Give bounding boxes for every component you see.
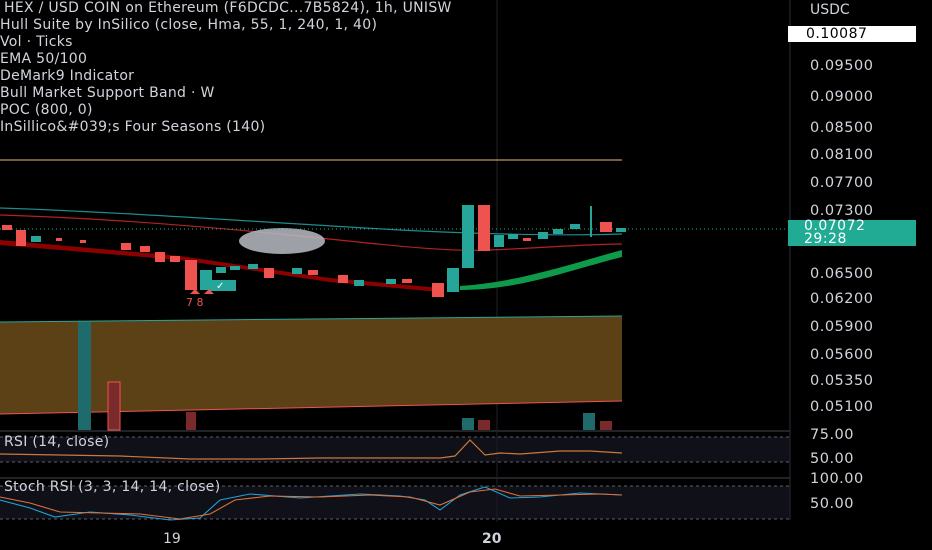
high-price-label: 0.10087 (788, 26, 916, 42)
candle[interactable] (308, 270, 318, 275)
candle[interactable] (494, 235, 504, 247)
price-tick: 0.08500 (810, 120, 874, 136)
volume-bar (478, 420, 490, 430)
stoch-tick: 100.00 (810, 471, 864, 487)
price-tick: 0.05600 (810, 347, 874, 363)
stoch-legend[interactable]: Stoch RSI (3, 3, 14, 14, close) (4, 479, 220, 495)
four-seasons-marker (239, 228, 325, 254)
candle[interactable] (523, 238, 531, 241)
candle[interactable] (292, 268, 302, 274)
candle[interactable] (56, 238, 62, 241)
candle[interactable] (80, 240, 86, 243)
chart-legend: HEX / USD COIN on Ethereum (F6DCDC...7B5… (0, 0, 452, 136)
candle[interactable] (264, 268, 274, 278)
candle[interactable] (508, 234, 518, 239)
volume-bar (186, 412, 196, 430)
candle[interactable] (2, 225, 12, 230)
candle[interactable] (31, 236, 41, 242)
indicator-volume[interactable]: Vol · Ticks (0, 34, 452, 51)
price-tick: 0.05100 (810, 399, 874, 415)
candle[interactable] (354, 280, 364, 286)
indicator-demark[interactable]: DeMark9 Indicator (0, 68, 452, 85)
candle[interactable] (478, 205, 490, 251)
candle[interactable] (432, 283, 444, 297)
indicator-poc[interactable]: POC (800, 0) (0, 102, 452, 119)
candle[interactable] (16, 230, 26, 246)
price-tick: 0.05350 (810, 373, 874, 389)
candle[interactable] (140, 246, 150, 252)
volume-bar (78, 322, 91, 430)
price-tick: 0.05900 (810, 319, 874, 335)
indicator-bull-band[interactable]: Bull Market Support Band · W (0, 85, 452, 102)
candle[interactable] (216, 267, 226, 273)
volume-bar (107, 381, 121, 431)
price-tick: 0.06500 (810, 266, 874, 282)
price-tick: 0.09000 (810, 89, 874, 105)
bar-countdown: 29:28 (804, 231, 847, 247)
candle[interactable] (462, 205, 474, 268)
indicator-hull-suite[interactable]: Hull Suite by InSilico (close, Hma, 55, … (0, 17, 452, 34)
time-tick: 20 (482, 531, 502, 547)
candle[interactable] (230, 266, 240, 270)
demark-count-label: 7 8 (186, 296, 204, 309)
rsi-tick: 50.00 (810, 451, 855, 467)
bull-market-support-band (0, 316, 622, 414)
candle[interactable] (402, 279, 412, 283)
candle[interactable] (553, 229, 563, 234)
volume-bar (600, 421, 612, 430)
indicator-four-seasons[interactable]: InSillico&#039;s Four Seasons (140) (0, 119, 452, 136)
price-tick: 0.07300 (810, 203, 874, 219)
volume-bar (583, 413, 595, 430)
candle[interactable] (447, 268, 459, 292)
price-tick: 0.08100 (810, 147, 874, 163)
candle[interactable] (600, 222, 612, 232)
svg-text:✓: ✓ (216, 281, 224, 292)
candle[interactable] (386, 279, 396, 284)
candle[interactable] (616, 228, 626, 232)
current-price-badge: 0.07072 29:28 (788, 219, 916, 247)
hull-suite-bull (460, 250, 622, 290)
candle[interactable] (538, 232, 548, 239)
indicator-ema[interactable]: EMA 50/100 (0, 51, 452, 68)
candle[interactable] (185, 260, 197, 290)
ema-50-line (0, 207, 623, 236)
candle[interactable] (170, 256, 180, 262)
price-tick: 0.09500 (810, 58, 874, 74)
candle[interactable] (121, 243, 131, 250)
price-tick: 0.07700 (810, 175, 874, 191)
currency-label[interactable]: USDC (810, 2, 850, 18)
stoch-tick: 50.00 (810, 496, 855, 512)
candle[interactable] (570, 224, 580, 229)
candle[interactable] (338, 275, 348, 283)
candle[interactable] (155, 252, 165, 262)
rsi-legend[interactable]: RSI (14, close) (4, 434, 109, 450)
symbol-title[interactable]: HEX / USD COIN on Ethereum (F6DCDC...7B5… (0, 0, 452, 17)
candle[interactable] (248, 264, 258, 269)
price-tick: 0.06200 (810, 291, 874, 307)
time-tick: 19 (163, 531, 181, 547)
rsi-tick: 75.00 (810, 427, 855, 443)
volume-bar (462, 418, 474, 430)
